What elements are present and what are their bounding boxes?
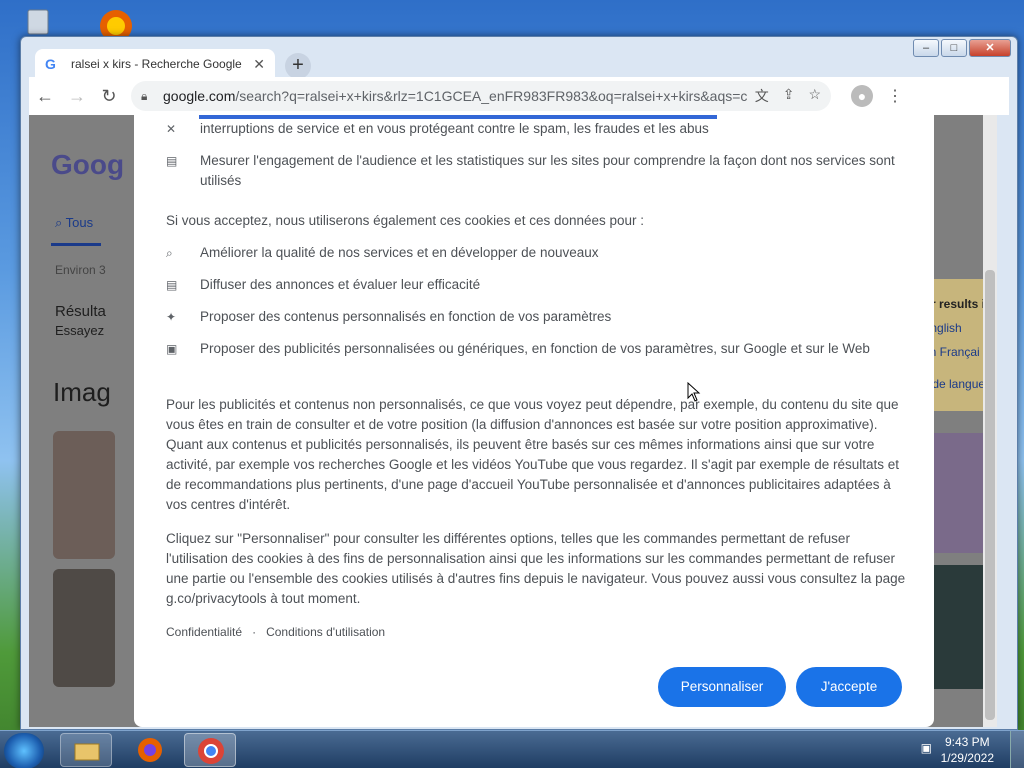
chrome-taskbar-icon[interactable]: [184, 733, 236, 767]
tab-all-label: Tous: [65, 215, 94, 230]
url-path: /search?q=ralsei+x+kirs&rlz=1C1GCEA_enFR…: [235, 88, 746, 104]
consent-item-text: interruptions de service et en vous prot…: [200, 121, 709, 136]
scroll-thumb[interactable]: [985, 270, 995, 720]
back-icon[interactable]: ←: [29, 86, 61, 107]
profile-avatar-icon[interactable]: ●: [851, 85, 873, 107]
search-icon: ⌕: [166, 246, 173, 260]
google-favicon-icon: G: [45, 56, 56, 72]
chart-icon: ▤: [166, 278, 178, 292]
tab-all-underline: [51, 243, 101, 246]
consent-item-text: Mesurer l'engagement de l'audience et le…: [200, 153, 895, 188]
window-controls: – □ ✕: [913, 39, 1011, 57]
browser-menu-icon[interactable]: ⋮: [887, 86, 903, 106]
url-host: google.com: [163, 88, 236, 104]
browser-window: – □ ✕ G ralsei x kirs - Recherche Google…: [20, 36, 1018, 730]
browser-tab[interactable]: G ralsei x kirs - Recherche Google ✕: [35, 49, 275, 79]
terms-link[interactable]: Conditions d'utilisation: [266, 625, 385, 639]
maximize-button[interactable]: □: [941, 39, 967, 57]
consent-item-text: Diffuser des annonces et évaluer leur ef…: [200, 277, 481, 292]
translate-icon[interactable]: 文: [755, 86, 769, 106]
new-tab-button[interactable]: +: [285, 53, 311, 79]
footer-links: Confidentialité · Conditions d'utilisati…: [166, 625, 385, 639]
ads-icon: ▣: [166, 342, 178, 356]
tab-title: ralsei x kirs - Recherche Google: [71, 57, 242, 71]
address-bar[interactable]: 🔒︎ google.com/search?q=ralsei+x+kirs&rlz…: [131, 81, 831, 111]
consent-item: ▤ Mesurer l'engagement de l'audience et …: [166, 151, 896, 191]
try-text: Essayez: [55, 323, 105, 338]
results-count: Environ 3: [55, 263, 106, 277]
firefox-desktop-icon[interactable]: [96, 6, 138, 42]
image-thumbnail[interactable]: [53, 569, 115, 687]
minimize-button[interactable]: –: [913, 39, 939, 57]
recycle-bin-icon[interactable]: [20, 6, 56, 36]
reload-icon[interactable]: ↻: [93, 86, 125, 107]
accept-intro: Si vous acceptez, nous utiliserons égale…: [166, 213, 645, 228]
image-thumbnail[interactable]: [929, 433, 989, 553]
consent-item: ✕ interruptions de service et en vous pr…: [166, 119, 896, 139]
share-icon[interactable]: ⇪: [783, 86, 795, 106]
taskbar: ▣ 9:43 PM 1/29/2022: [0, 730, 1024, 768]
tab-strip: G ralsei x kirs - Recherche Google ✕ +: [29, 45, 897, 79]
file-explorer-taskbar-icon[interactable]: [60, 733, 112, 767]
link-separator: ·: [252, 625, 257, 639]
google-logo: Goog: [51, 149, 125, 180]
clock-date: 1/29/2022: [940, 751, 994, 765]
browser-toolbar: ← → ↻ 🔒︎ google.com/search?q=ralsei+x+ki…: [29, 77, 1009, 115]
firefox-taskbar-icon[interactable]: [124, 733, 176, 767]
page-viewport: Goog ⌕ Tous Environ 3 Résulta Essayez Im…: [29, 115, 997, 727]
results-heading: Résulta: [55, 303, 106, 320]
close-window-button[interactable]: ✕: [969, 39, 1011, 57]
mouse-cursor-icon: [687, 382, 701, 402]
page-scrollbar[interactable]: [983, 115, 997, 727]
shield-icon: ✕: [166, 122, 177, 136]
consent-item-text: Proposer des publicités personnalisées o…: [200, 341, 870, 356]
network-tray-icon[interactable]: ▣: [921, 741, 932, 755]
forward-icon[interactable]: →: [61, 86, 93, 107]
consent-item-text: Améliorer la qualité de nos services et …: [200, 245, 599, 260]
url-text[interactable]: google.com/search?q=ralsei+x+kirs&rlz=1C…: [163, 88, 747, 104]
consent-item: ▣ Proposer des publicités personnalisées…: [166, 339, 896, 359]
accept-button[interactable]: J'accepte: [796, 667, 902, 707]
consent-item: ✦ Proposer des contenus personnalisés en…: [166, 307, 896, 327]
lock-icon: 🔒︎: [141, 88, 148, 103]
ads-explanation-paragraph: Pour les publicités et contenus non pers…: [166, 397, 899, 512]
image-thumbnail[interactable]: [53, 431, 115, 559]
customize-explanation-paragraph: Cliquez sur "Personnaliser" pour consult…: [166, 531, 906, 606]
cookie-consent-dialog: ✕ interruptions de service et en vous pr…: [134, 115, 934, 727]
consent-item-text: Proposer des contenus personnalisés en f…: [200, 309, 612, 324]
clock[interactable]: 9:43 PM 1/29/2022: [941, 734, 994, 766]
bookmark-star-icon[interactable]: ☆: [808, 86, 821, 106]
consent-item: ⌕ Améliorer la qualité de nos services e…: [166, 243, 896, 263]
privacy-link[interactable]: Confidentialité: [166, 625, 242, 639]
clock-time: 9:43 PM: [944, 735, 990, 749]
show-desktop-button[interactable]: [1010, 731, 1024, 768]
tab-close-icon[interactable]: ✕: [253, 56, 265, 73]
stats-icon: ▤: [166, 154, 178, 168]
images-heading: Imag: [53, 377, 111, 407]
consent-item: ▤ Diffuser des annonces et évaluer leur …: [166, 275, 896, 295]
customize-button[interactable]: Personnaliser: [658, 667, 786, 707]
sparkle-icon: ✦: [166, 310, 177, 324]
tab-all[interactable]: ⌕ Tous: [55, 215, 93, 231]
start-button[interactable]: [4, 733, 44, 768]
